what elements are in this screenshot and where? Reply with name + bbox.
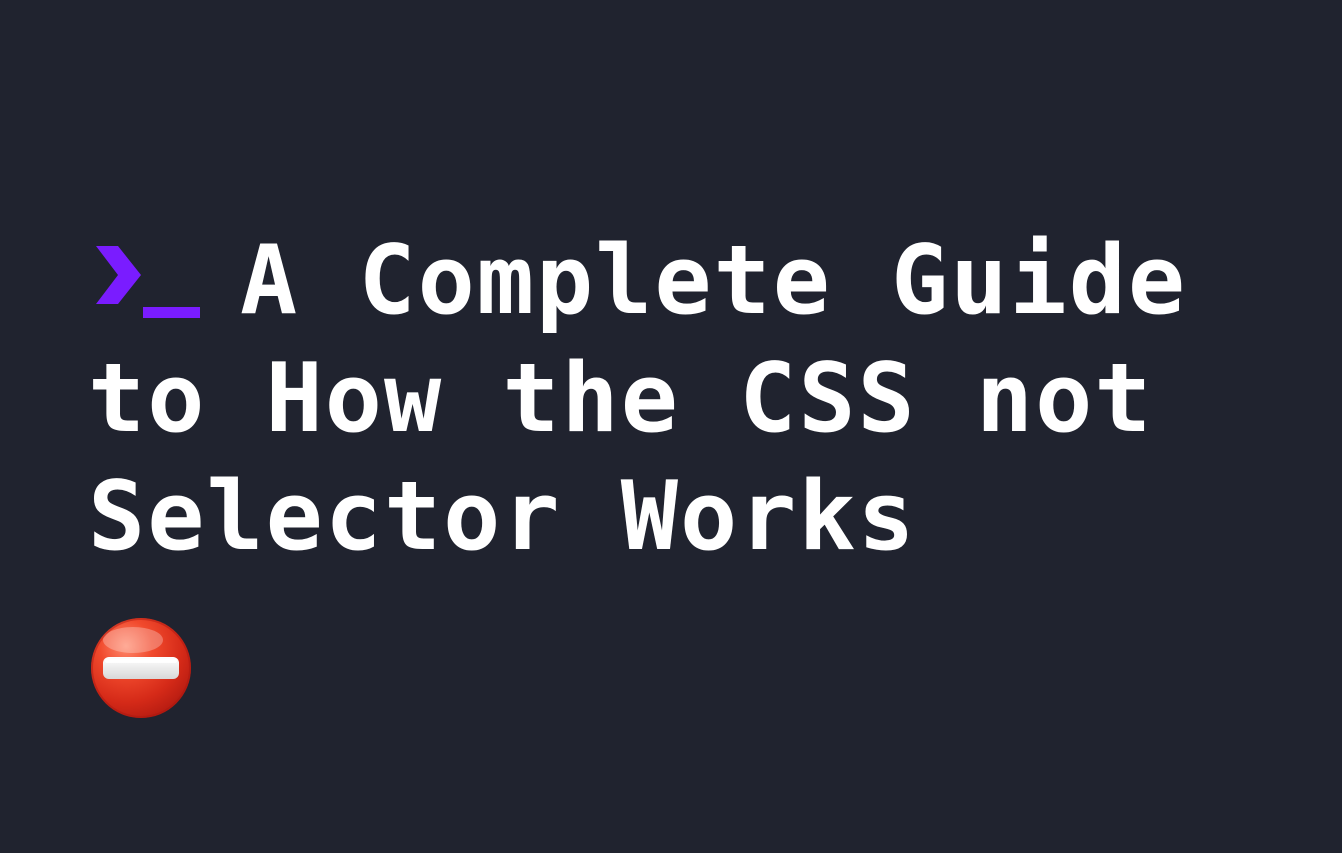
title-line-text-1: A Complete Guide [240, 226, 1188, 336]
title-block: A Complete Guide to How the CSS not Sele… [88, 222, 1268, 576]
title-line-3: Selector Works [88, 462, 917, 572]
title-line-2: to How the CSS not [88, 344, 1154, 454]
article-cover-card: A Complete Guide to How the CSS not Sele… [0, 0, 1342, 853]
terminal-prompt-icon [88, 222, 206, 318]
title-line-1: A Complete Guide [88, 222, 1268, 340]
no-entry-icon [89, 616, 193, 720]
